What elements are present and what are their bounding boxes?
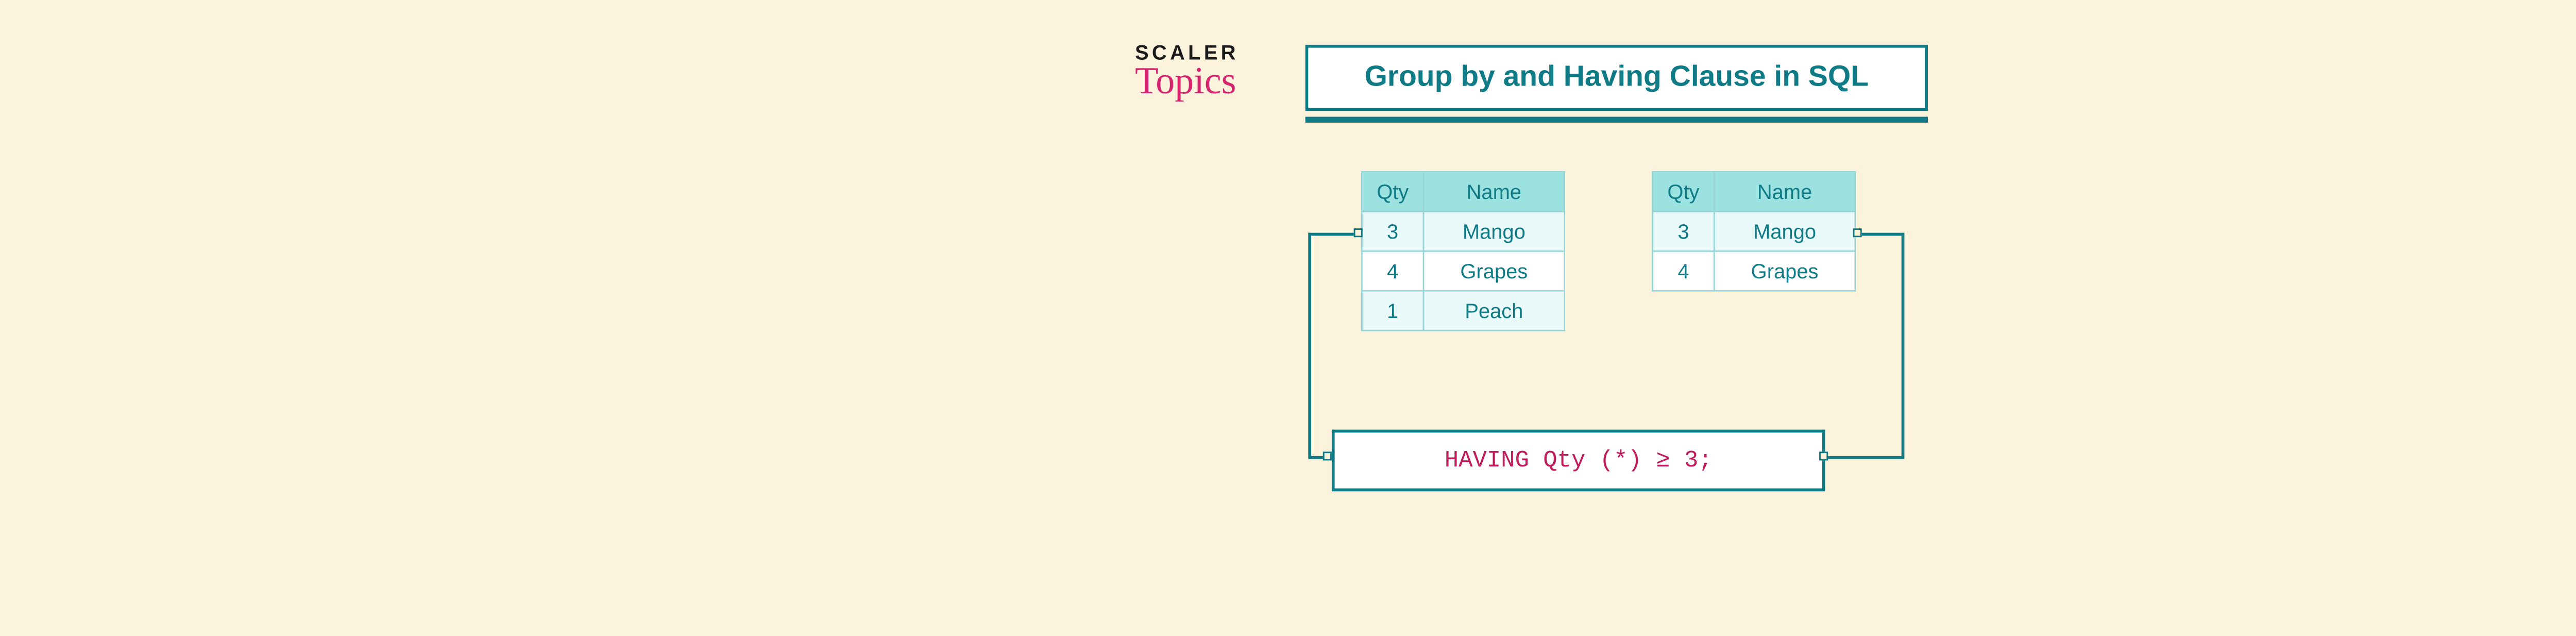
cell-name: Mango (1714, 211, 1855, 251)
connector-node-icon (1323, 451, 1331, 460)
cell-qty: 1 (1362, 291, 1423, 330)
connector-line (1308, 233, 1311, 456)
cell-name: Grapes (1714, 251, 1855, 291)
table-row: 4 Grapes (1652, 251, 1855, 291)
connector-node-icon (1853, 228, 1861, 237)
brand-logo: SCALER Topics (1135, 45, 1270, 98)
connector-node-icon (1353, 228, 1362, 237)
th-qty: Qty (1362, 172, 1423, 211)
cell-qty: 3 (1652, 211, 1714, 251)
table-row: 3 Mango (1362, 211, 1564, 251)
table-row: 1 Peach (1362, 291, 1564, 330)
cell-name: Peach (1423, 291, 1565, 330)
th-name: Name (1714, 172, 1855, 211)
table-row: 4 Grapes (1362, 251, 1564, 291)
connector-line (1308, 233, 1355, 236)
connector-line (1825, 456, 1904, 459)
output-table: Qty Name 3 Mango 4 Grapes (1652, 171, 1856, 292)
diagram-title: Group by and Having Clause in SQL (1305, 45, 1927, 111)
cell-qty: 4 (1652, 251, 1714, 291)
cell-name: Grapes (1423, 251, 1565, 291)
having-clause-box: HAVING Qty (*) ≥ 3; (1331, 430, 1825, 492)
connector-line (1857, 233, 1904, 236)
connector-node-icon (1819, 451, 1828, 460)
cell-qty: 4 (1362, 251, 1423, 291)
logo-text-topics: Topics (1135, 65, 1270, 97)
table-row: 3 Mango (1652, 211, 1855, 251)
title-underline (1305, 117, 1927, 123)
cell-qty: 3 (1362, 211, 1423, 251)
cell-name: Mango (1423, 211, 1565, 251)
input-table: Qty Name 3 Mango 4 Grapes 1 Peach (1361, 171, 1565, 331)
th-name: Name (1423, 172, 1565, 211)
th-qty: Qty (1652, 172, 1714, 211)
connector-line (1901, 233, 1904, 456)
